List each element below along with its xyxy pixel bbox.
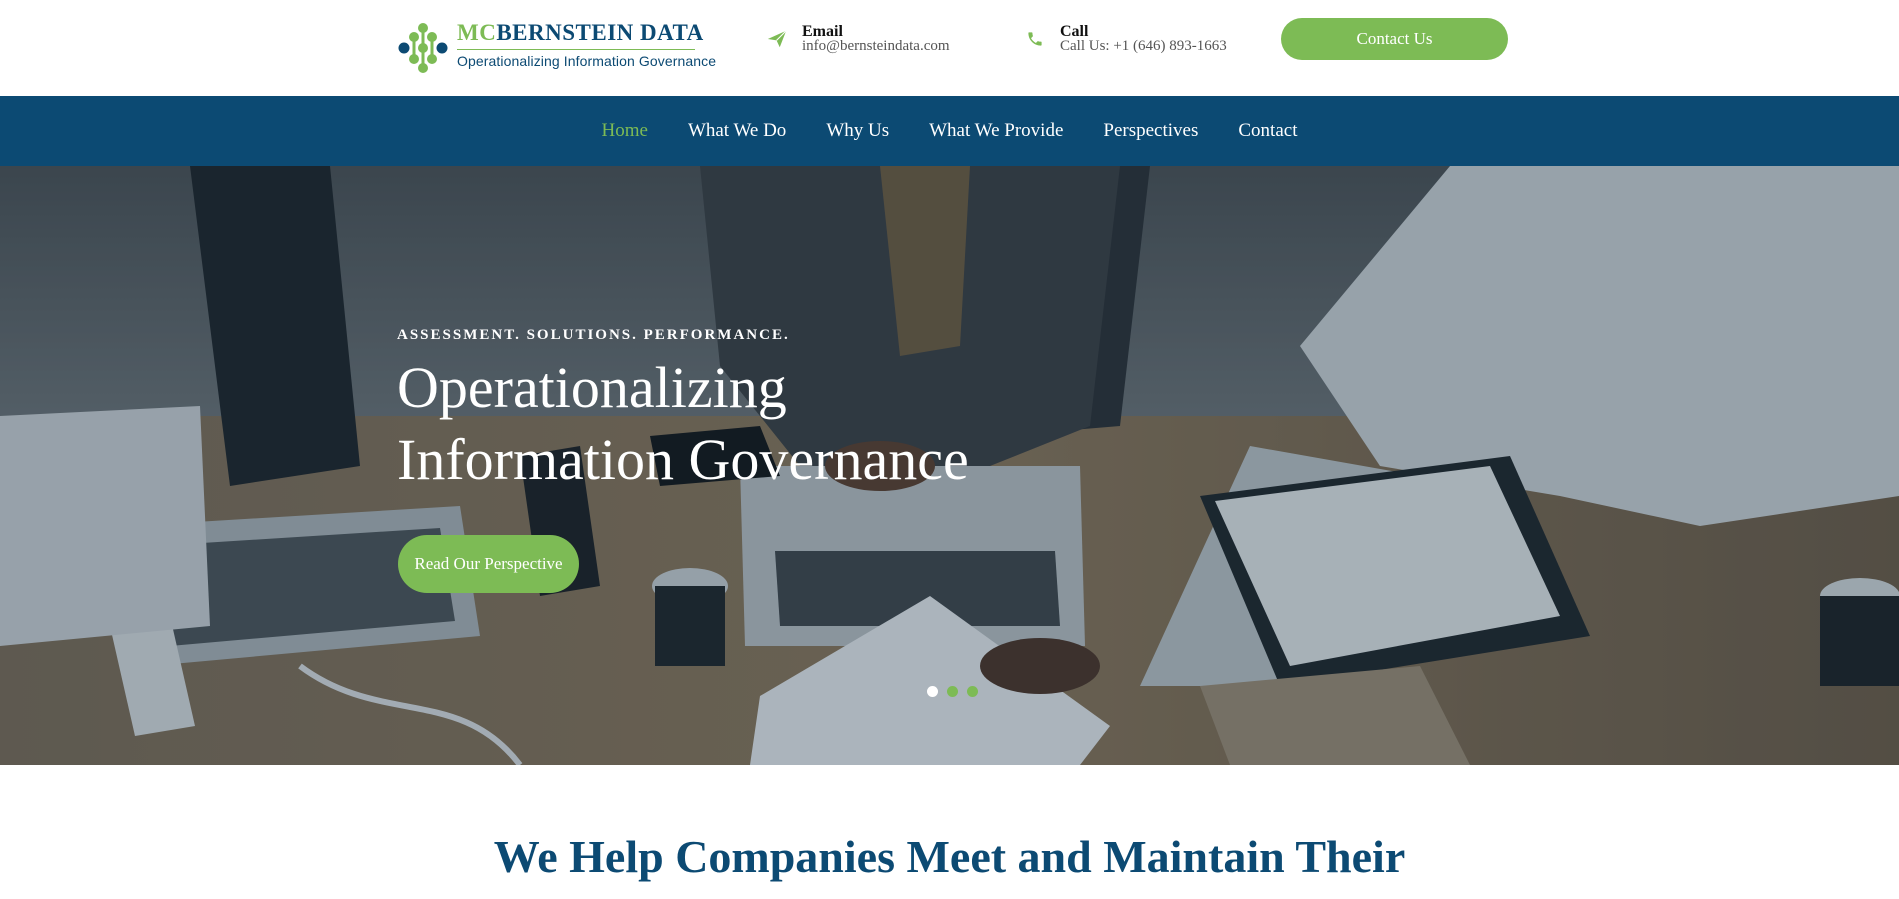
logo-mark-icon: [398, 23, 448, 73]
brand-tagline: Operationalizing Information Governance: [457, 53, 717, 69]
nav-item-what-we-do[interactable]: What We Do: [688, 120, 786, 142]
email-value[interactable]: info@bernsteindata.com: [802, 38, 950, 55]
brand-name-text: BERNSTEIN DATA: [496, 20, 704, 45]
hero-slider: ASSESSMENT. SOLUTIONS. PERFORMANCE. Oper…: [0, 166, 1899, 765]
main-nav: Home What We Do Why Us What We Provide P…: [0, 96, 1899, 166]
hero-title-line2: Information Governance: [397, 427, 969, 492]
paper-plane-icon: [767, 30, 787, 48]
nav-item-home[interactable]: Home: [602, 120, 648, 142]
hero-kicker: ASSESSMENT. SOLUTIONS. PERFORMANCE.: [397, 327, 790, 343]
email-contact[interactable]: Email info@bernsteindata.com: [766, 22, 966, 58]
read-perspective-button[interactable]: Read Our Perspective: [398, 535, 579, 593]
slider-dot-1[interactable]: [927, 686, 938, 697]
brand-name: MCBERNSTEIN DATA: [457, 20, 704, 46]
phone-contact[interactable]: Call Call Us: +1 (646) 893-1663: [1024, 22, 1244, 58]
contact-us-button[interactable]: Contact Us: [1281, 18, 1508, 60]
nav-item-perspectives[interactable]: Perspectives: [1103, 120, 1198, 142]
nav-item-what-we-provide[interactable]: What We Provide: [929, 120, 1063, 142]
call-value[interactable]: Call Us: +1 (646) 893-1663: [1060, 38, 1227, 55]
slider-pagination: [927, 686, 987, 698]
brand-divider: [457, 49, 695, 50]
nav-list: Home What We Do Why Us What We Provide P…: [0, 96, 1899, 166]
brand-prefix: MC: [457, 20, 497, 45]
slider-dot-3[interactable]: [967, 686, 978, 697]
nav-item-contact[interactable]: Contact: [1238, 120, 1297, 142]
phone-icon: [1028, 32, 1042, 46]
site-header: MCBERNSTEIN DATA Operationalizing Inform…: [0, 0, 1899, 96]
hero-title: Operationalizing Information Governance: [397, 352, 1097, 496]
nav-item-why-us[interactable]: Why Us: [826, 120, 889, 142]
brand-logo[interactable]: MCBERNSTEIN DATA Operationalizing Inform…: [397, 20, 716, 74]
slider-dot-2[interactable]: [947, 686, 958, 697]
intro-heading: We Help Companies Meet and Maintain Thei…: [493, 831, 1406, 882]
hero-title-line1: Operationalizing: [397, 355, 787, 420]
